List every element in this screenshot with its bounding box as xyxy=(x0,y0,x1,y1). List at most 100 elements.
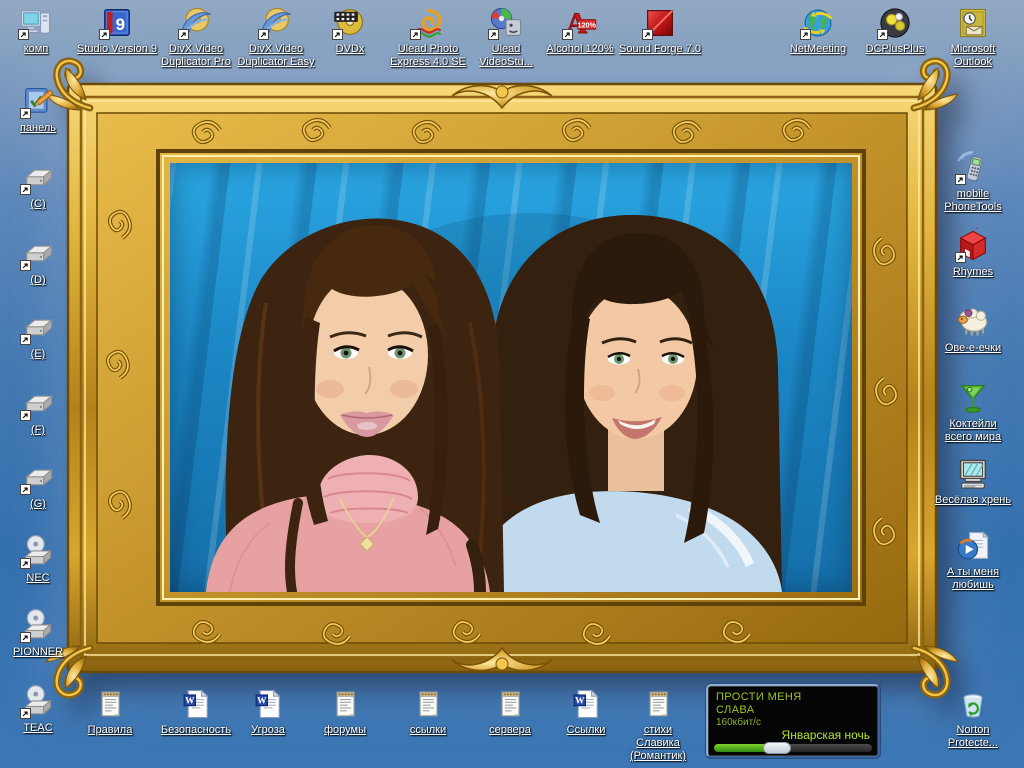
desktop-icon-studio-version-9[interactable]: 9 Studio Version 9 xyxy=(75,5,159,56)
recycle-bin-icon xyxy=(955,686,991,722)
desktop-icon-ugroza[interactable]: W Угроза xyxy=(230,686,306,737)
desktop-icon-drive-d[interactable]: (D) xyxy=(3,236,73,287)
hard-drive-icon xyxy=(20,460,56,496)
shortcut-arrow-icon xyxy=(20,708,31,719)
word-doc-icon: W xyxy=(178,686,214,722)
icon-label: NetMeeting xyxy=(789,43,847,55)
shortcut-arrow-icon xyxy=(955,252,966,263)
desktop-icon-dvdx[interactable]: DVDx xyxy=(308,5,392,56)
desktop-icon-bezopasnost[interactable]: W Безопасность xyxy=(153,686,239,737)
icon-label: (C) xyxy=(30,198,46,210)
shortcut-arrow-icon xyxy=(800,29,811,40)
player-track-name: Январская ночь xyxy=(781,728,870,742)
shortcut-arrow-icon xyxy=(99,29,110,40)
icon-label: Правила xyxy=(87,724,133,736)
hard-drive-icon xyxy=(20,386,56,422)
cd-drive-icon xyxy=(20,534,56,570)
shortcut-arrow-icon xyxy=(20,334,31,345)
red-cube-icon xyxy=(955,228,991,264)
wallpaper-photo-two-girls xyxy=(170,163,852,592)
desktop-icon-cocktails[interactable]: Коктейли всего мира xyxy=(941,380,1005,444)
icon-label: DivX Video Duplicator Pro xyxy=(161,43,231,68)
player-progress-slider[interactable] xyxy=(714,742,872,754)
hard-drive-icon xyxy=(20,160,56,196)
desktop-icon-fun-stuff[interactable]: Весёлая хрень xyxy=(928,456,1018,507)
icon-label: А ты меня любишь xyxy=(946,566,1000,591)
desktop-icon-ssylki-1[interactable]: ссылки xyxy=(390,686,466,737)
player-title-line1: ПРОСТИ МЕНЯ xyxy=(716,691,802,703)
icon-label: Безопасность xyxy=(160,724,232,736)
desktop-icon-stihi-slavika[interactable]: стихи Славика (Романтик) xyxy=(627,686,689,763)
icon-label: mobile PhoneTools xyxy=(944,188,1002,213)
icon-label: Ссылки xyxy=(566,724,606,736)
svg-text:120%: 120% xyxy=(577,20,596,29)
shortcut-arrow-icon xyxy=(20,184,31,195)
shortcut-arrow-icon xyxy=(488,29,499,40)
icon-label: Ulead Photo Express 4.0 SE xyxy=(390,43,466,68)
desktop-icon-drive-e[interactable]: (E) xyxy=(3,310,73,361)
icon-label: Ове-е-ечки xyxy=(944,342,1002,354)
dcpp-icon xyxy=(877,5,913,41)
divx-disc-icon xyxy=(258,5,294,41)
icon-label: Rhymes xyxy=(952,266,994,278)
sheep-icon xyxy=(955,304,991,340)
mini-player[interactable]: ПРОСТИ МЕНЯ СЛАВА 160кбит/с Январская но… xyxy=(706,684,880,758)
shortcut-arrow-icon xyxy=(258,29,269,40)
desktop-icon-sheep[interactable]: Ове-е-ечки xyxy=(932,304,1014,355)
desktop-icon-rhymes[interactable]: Rhymes xyxy=(938,228,1008,279)
shortcut-arrow-icon xyxy=(410,29,421,40)
hard-drive-icon xyxy=(20,236,56,272)
desktop-icon-microsoft-outlook[interactable]: Microsoft Outlook xyxy=(931,5,1015,69)
studio9-icon: 9 xyxy=(99,5,135,41)
shortcut-arrow-icon xyxy=(955,174,966,185)
desktop-icon-servera[interactable]: сервера xyxy=(472,686,548,737)
icon-label: панель xyxy=(19,122,57,134)
svg-text:W: W xyxy=(575,696,585,707)
desktop-icon-dcplusplus[interactable]: DCPlusPlus xyxy=(853,5,937,56)
desktop-icon-do-you-love-me[interactable]: А ты меня любишь xyxy=(941,528,1005,592)
outlook-icon xyxy=(955,5,991,41)
icon-label: DVDx xyxy=(335,43,365,55)
desktop-icon-drive-f[interactable]: (F) xyxy=(3,386,73,437)
shortcut-arrow-icon xyxy=(178,29,189,40)
desktop-icon-ssylki-2[interactable]: W Ссылки xyxy=(548,686,624,737)
hard-drive-icon xyxy=(20,310,56,346)
ulead-video-icon xyxy=(488,5,524,41)
desktop-icon-pionner[interactable]: PIONNER xyxy=(0,608,76,659)
icon-label: Norton Protecte... xyxy=(947,724,999,749)
player-doc-icon xyxy=(955,528,991,564)
notepad-icon xyxy=(492,686,528,722)
desktop-icon-alcohol-120[interactable]: A 120% Alcohol 120% xyxy=(536,5,624,56)
shortcut-arrow-icon xyxy=(20,558,31,569)
icon-label: Весёлая хрень xyxy=(934,494,1012,506)
desktop-icon-sound-forge-7[interactable]: Sound Forge 7.0 xyxy=(616,5,704,56)
desktop-icon-forumy[interactable]: форумы xyxy=(307,686,383,737)
icon-label: стихи Славика (Романтик) xyxy=(629,724,687,762)
word-doc-icon: W xyxy=(250,686,286,722)
desktop-icon-ulead-photo-express[interactable]: Ulead Photo Express 4.0 SE xyxy=(381,5,475,69)
desktop-icon-mobile-phonetools[interactable]: mobile PhoneTools xyxy=(939,150,1007,214)
martini-icon xyxy=(955,380,991,416)
desktop-icon-drive-g[interactable]: (G) xyxy=(3,460,73,511)
desktop-icon-netmeeting[interactable]: NetMeeting xyxy=(776,5,860,56)
shortcut-arrow-icon xyxy=(877,29,888,40)
icon-label: Угроза xyxy=(251,724,285,736)
desktop-icon-nec[interactable]: NEC xyxy=(3,534,73,585)
svg-text:9: 9 xyxy=(116,15,125,34)
desktop-icon-pravila[interactable]: Правила xyxy=(72,686,148,737)
desktop-icon-teac[interactable]: TEAC xyxy=(3,684,73,735)
ulead-photo-icon xyxy=(410,5,446,41)
icon-label: сервера xyxy=(489,724,531,736)
icon-label: Studio Version 9 xyxy=(76,43,158,55)
player-title-line2: СЛАВА xyxy=(716,704,755,716)
icon-label: (G) xyxy=(30,498,46,510)
desktop-icon-komp[interactable]: комп xyxy=(0,5,80,56)
desktop-icon-divx-video-duplicator-pro[interactable]: DivX Video Duplicator Pro xyxy=(152,5,240,69)
player-progress-handle[interactable] xyxy=(763,742,792,754)
desktop-icon-norton-protected[interactable]: Norton Protecte... xyxy=(937,686,1009,750)
shortcut-arrow-icon xyxy=(642,29,653,40)
desktop-icon-drive-c[interactable]: (C) xyxy=(3,160,73,211)
shortcut-arrow-icon xyxy=(20,108,31,119)
icon-label: комп xyxy=(23,43,49,55)
desktop-icon-panel[interactable]: панель xyxy=(3,84,73,135)
